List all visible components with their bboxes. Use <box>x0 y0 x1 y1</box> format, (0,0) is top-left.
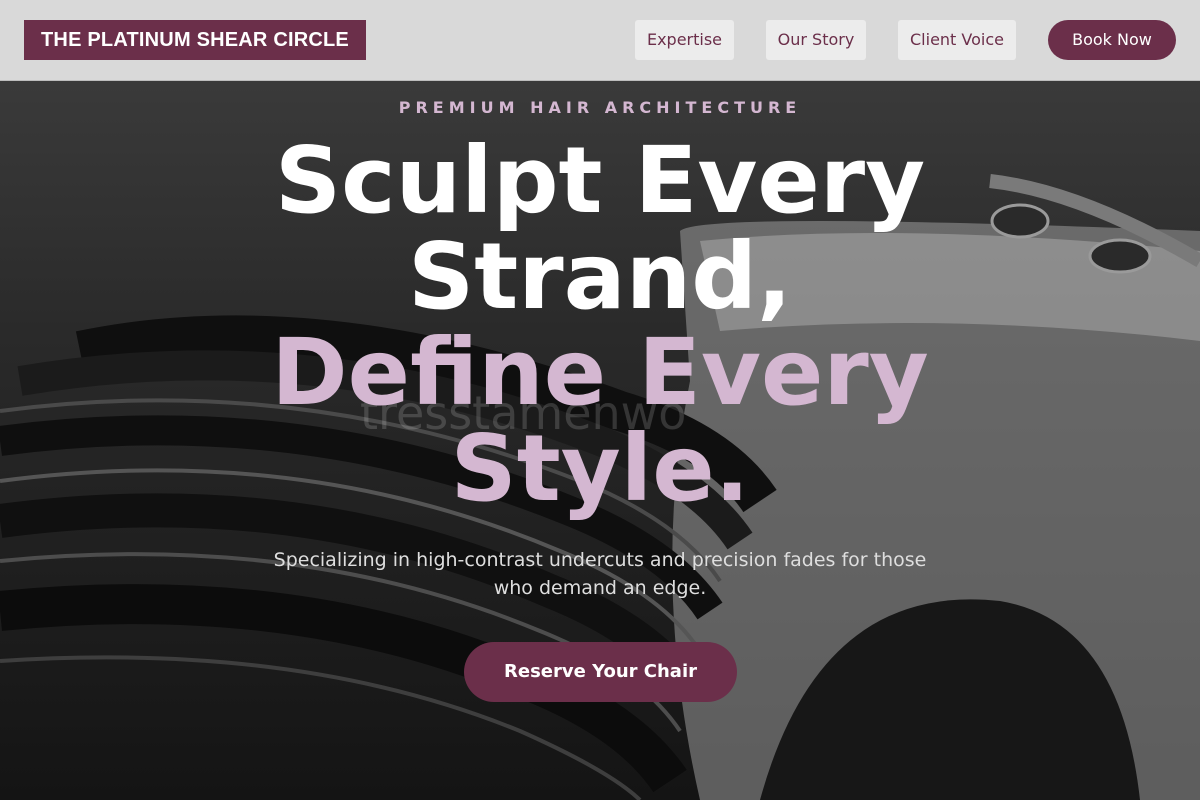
hero-section: tresstamenwo PREMIUM HAIR ARCHITECTURE S… <box>0 81 1200 800</box>
headline-accent-line-2: Style. <box>450 415 750 522</box>
headline-line-1: Sculpt Every <box>274 127 926 234</box>
nav-link-client-voice[interactable]: Client Voice <box>898 20 1016 60</box>
nav-link-our-story[interactable]: Our Story <box>766 20 866 60</box>
site-header: THE PLATINUM SHEAR CIRCLE Expertise Our … <box>0 0 1200 81</box>
reserve-chair-button[interactable]: Reserve Your Chair <box>464 642 737 702</box>
hero-headline: Sculpt Every Strand, Define Every Style. <box>200 133 1000 517</box>
hero-subtitle: Specializing in high-contrast undercuts … <box>273 549 927 599</box>
headline-line-2: Strand, <box>408 223 792 330</box>
site-logo[interactable]: THE PLATINUM SHEAR CIRCLE <box>24 20 366 60</box>
hero-eyebrow: PREMIUM HAIR ARCHITECTURE <box>398 98 802 117</box>
headline-accent-line-1: Define Every <box>271 319 929 426</box>
book-now-button[interactable]: Book Now <box>1048 20 1176 60</box>
nav-link-expertise[interactable]: Expertise <box>635 20 734 60</box>
